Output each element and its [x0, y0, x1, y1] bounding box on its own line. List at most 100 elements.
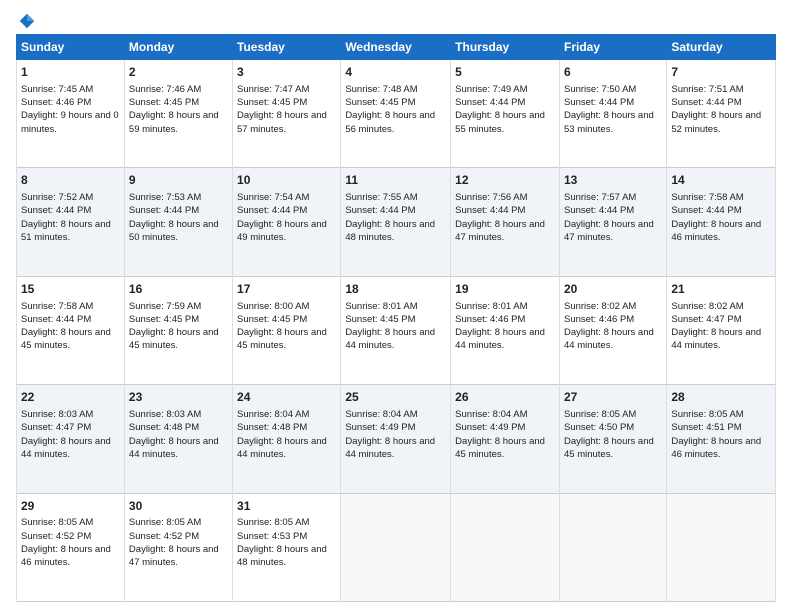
sunrise-text: Sunrise: 8:05 AM: [671, 409, 743, 420]
day-number: 31: [237, 498, 336, 515]
sunrise-text: Sunrise: 7:51 AM: [671, 84, 743, 95]
daylight-text: Daylight: 8 hours and 45 minutes.: [455, 436, 545, 460]
sunrise-text: Sunrise: 7:53 AM: [129, 192, 201, 203]
col-saturday: Saturday: [667, 35, 776, 60]
table-row: 25Sunrise: 8:04 AMSunset: 4:49 PMDayligh…: [341, 385, 451, 493]
sunrise-text: Sunrise: 7:57 AM: [564, 192, 636, 203]
daylight-text: Daylight: 8 hours and 44 minutes.: [345, 327, 435, 351]
table-row: 15Sunrise: 7:58 AMSunset: 4:44 PMDayligh…: [17, 276, 125, 384]
daylight-text: Daylight: 8 hours and 45 minutes.: [564, 436, 654, 460]
sunset-text: Sunset: 4:45 PM: [237, 97, 307, 108]
table-row: 1Sunrise: 7:45 AMSunset: 4:46 PMDaylight…: [17, 60, 125, 168]
table-row: 22 Sunrise: 8:03 AM Sunset: 4:47 PM Dayligh…: [17, 385, 125, 493]
daylight-text: Daylight: 8 hours and 47 minutes.: [129, 544, 219, 568]
daylight-text: Daylight: 8 hours and 46 minutes.: [671, 436, 761, 460]
daylight-text: Daylight: 8 hours and 50 minutes.: [129, 219, 219, 243]
sunset-text: Sunset: 4:44 PM: [345, 205, 415, 216]
sunset-text: Sunset: 4:46 PM: [21, 97, 91, 108]
table-row: 12Sunrise: 7:56 AMSunset: 4:44 PMDayligh…: [451, 168, 560, 276]
daylight-text: Daylight: 8 hours and 45 minutes.: [237, 327, 327, 351]
sunrise-text: Sunrise: 7:56 AM: [455, 192, 527, 203]
table-row: 28Sunrise: 8:05 AMSunset: 4:51 PMDayligh…: [667, 385, 776, 493]
day-number: 12: [455, 172, 555, 189]
daylight-text: Daylight: 8 hours and 44 minutes.: [129, 436, 219, 460]
sunrise-text: Sunrise: 7:58 AM: [671, 192, 743, 203]
sunset-text: Sunset: 4:51 PM: [671, 422, 741, 433]
day-number: 18: [345, 281, 446, 298]
daylight-text: Daylight: 8 hours and 45 minutes.: [129, 327, 219, 351]
daylight-text: Daylight: 8 hours and 44 minutes.: [671, 327, 761, 351]
day-number: 6: [564, 64, 662, 81]
day-number: 16: [129, 281, 228, 298]
col-sunday: Sunday: [17, 35, 125, 60]
daylight-text: Daylight: 8 hours and 47 minutes.: [564, 219, 654, 243]
table-row: 13Sunrise: 7:57 AMSunset: 4:44 PMDayligh…: [559, 168, 666, 276]
sunrise-text: Sunrise: 8:04 AM: [455, 409, 527, 420]
table-row: 29Sunrise: 8:05 AMSunset: 4:52 PMDayligh…: [17, 493, 125, 601]
calendar-week-row: 1 Sunrise: 7:45 AM Sunset: 4:46 PM Daylight…: [17, 60, 776, 168]
table-row: 7Sunrise: 7:51 AMSunset: 4:44 PMDaylight…: [667, 60, 776, 168]
sunset-text: Sunset: 4:49 PM: [345, 422, 415, 433]
sunrise-text: Sunrise: 7:58 AM: [21, 301, 93, 312]
day-number: 10: [237, 172, 336, 189]
day-number: 4: [345, 64, 446, 81]
sunrise-text: Sunrise: 7:47 AM: [237, 84, 309, 95]
day-number: 5: [455, 64, 555, 81]
table-row: 5Sunrise: 7:49 AMSunset: 4:44 PMDaylight…: [451, 60, 560, 168]
day-number: 17: [237, 281, 336, 298]
table-row: 23Sunrise: 8:03 AMSunset: 4:48 PMDayligh…: [124, 385, 232, 493]
table-row: 27Sunrise: 8:05 AMSunset: 4:50 PMDayligh…: [559, 385, 666, 493]
day-number: 7: [671, 64, 771, 81]
day-number: 26: [455, 389, 555, 406]
calendar-week-row: 15Sunrise: 7:58 AMSunset: 4:44 PMDayligh…: [17, 276, 776, 384]
table-row: [451, 493, 560, 601]
sunrise-text: Sunrise: 8:03 AM: [21, 409, 93, 420]
sunset-text: Sunset: 4:44 PM: [671, 97, 741, 108]
day-number: 3: [237, 64, 336, 81]
sunrise-text: Sunrise: 8:02 AM: [564, 301, 636, 312]
day-number: 22: [21, 389, 120, 406]
col-friday: Friday: [559, 35, 666, 60]
sunset-text: Sunset: 4:47 PM: [21, 422, 91, 433]
sunrise-text: Sunrise: 8:04 AM: [345, 409, 417, 420]
daylight-text: Daylight: 8 hours and 44 minutes.: [564, 327, 654, 351]
logo-icon: [18, 12, 36, 30]
sunset-text: Sunset: 4:44 PM: [21, 205, 91, 216]
sunrise-text: Sunrise: 7:46 AM: [129, 84, 201, 95]
day-number: 1: [21, 64, 120, 81]
table-row: 6Sunrise: 7:50 AMSunset: 4:44 PMDaylight…: [559, 60, 666, 168]
day-number: 14: [671, 172, 771, 189]
table-row: 3Sunrise: 7:47 AMSunset: 4:45 PMDaylight…: [233, 60, 341, 168]
daylight-text: Daylight: 8 hours and 44 minutes.: [21, 436, 111, 460]
sunrise-text: Sunrise: 8:00 AM: [237, 301, 309, 312]
table-row: 11Sunrise: 7:55 AMSunset: 4:44 PMDayligh…: [341, 168, 451, 276]
sunrise-text: Sunrise: 7:48 AM: [345, 84, 417, 95]
sunset-text: Sunset: 4:44 PM: [129, 205, 199, 216]
table-row: 18Sunrise: 8:01 AMSunset: 4:45 PMDayligh…: [341, 276, 451, 384]
sunrise-text: Sunrise: 8:01 AM: [455, 301, 527, 312]
sunset-text: Sunset: 4:45 PM: [345, 97, 415, 108]
sunrise-text: Sunrise: 8:05 AM: [129, 517, 201, 528]
sunrise-text: Sunrise: 8:03 AM: [129, 409, 201, 420]
calendar-table: Sunday Monday Tuesday Wednesday Thursday…: [16, 34, 776, 602]
sunset-text: Sunset: 4:45 PM: [129, 314, 199, 325]
col-monday: Monday: [124, 35, 232, 60]
sunrise-text: Sunrise: 7:45 AM: [21, 84, 93, 95]
table-row: 20Sunrise: 8:02 AMSunset: 4:46 PMDayligh…: [559, 276, 666, 384]
daylight-text: Daylight: 8 hours and 47 minutes.: [455, 219, 545, 243]
day-number: 9: [129, 172, 228, 189]
sunrise-text: Sunrise: 8:05 AM: [564, 409, 636, 420]
daylight-text: Daylight: 8 hours and 49 minutes.: [237, 219, 327, 243]
day-number: 20: [564, 281, 662, 298]
calendar-header-row: Sunday Monday Tuesday Wednesday Thursday…: [17, 35, 776, 60]
sunset-text: Sunset: 4:44 PM: [21, 314, 91, 325]
day-number: 21: [671, 281, 771, 298]
sunrise-text: Sunrise: 8:05 AM: [21, 517, 93, 528]
day-number: 29: [21, 498, 120, 515]
day-number: 19: [455, 281, 555, 298]
sunset-text: Sunset: 4:48 PM: [237, 422, 307, 433]
sunset-text: Sunset: 4:44 PM: [564, 205, 634, 216]
table-row: 26Sunrise: 8:04 AMSunset: 4:49 PMDayligh…: [451, 385, 560, 493]
sunset-text: Sunset: 4:44 PM: [564, 97, 634, 108]
daylight-text: Daylight: 8 hours and 55 minutes.: [455, 110, 545, 134]
